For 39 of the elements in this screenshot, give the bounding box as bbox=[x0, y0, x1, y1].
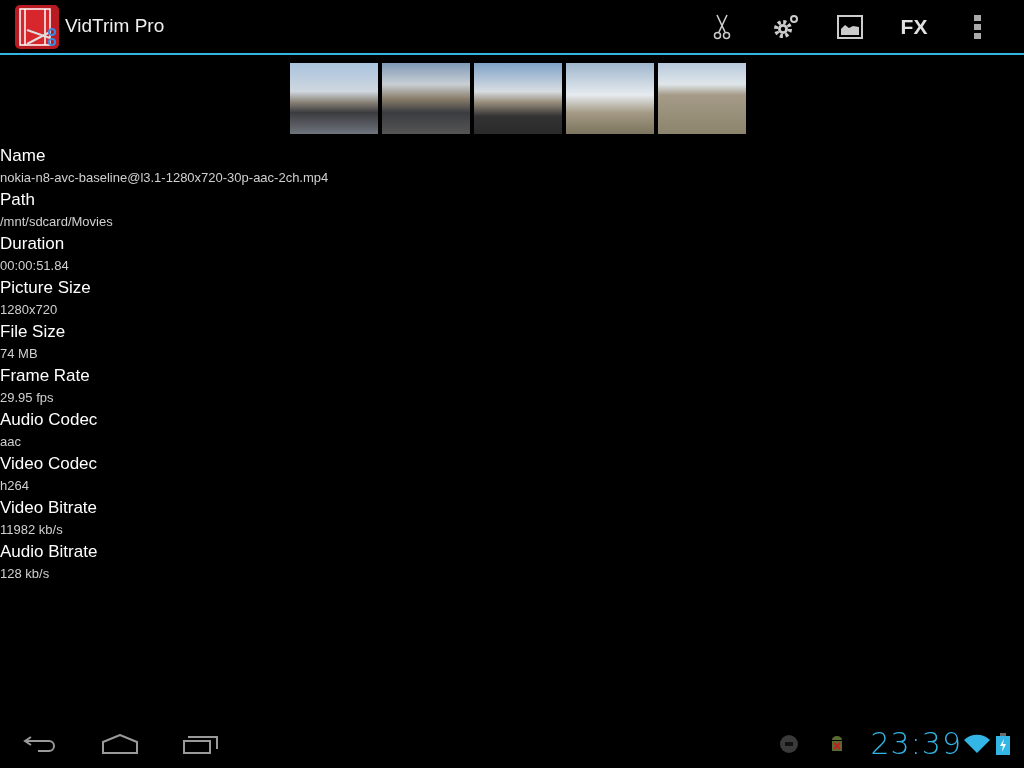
overflow-menu-icon bbox=[974, 14, 982, 39]
video-frame-thumbnail[interactable] bbox=[474, 63, 562, 134]
property-label: Video Codec bbox=[0, 453, 98, 475]
property-value: 11982 kb/s bbox=[0, 521, 63, 539]
circle-icon bbox=[778, 734, 799, 754]
property-label: Picture Size bbox=[0, 277, 91, 299]
property-label: Audio Bitrate bbox=[0, 541, 98, 563]
clock-time: 23:39 bbox=[870, 729, 962, 759]
home-icon[interactable] bbox=[101, 734, 139, 754]
property-label: Audio Codec bbox=[0, 409, 98, 431]
property-value: 00:00:51.84 bbox=[0, 257, 69, 275]
app-logo-icon bbox=[14, 3, 60, 50]
video-frame-thumbnail[interactable] bbox=[382, 63, 470, 134]
property-value: h264 bbox=[0, 477, 29, 495]
property-label: Video Bitrate bbox=[0, 497, 98, 519]
video-frame-thumbnail[interactable] bbox=[290, 63, 378, 134]
recent-apps-icon[interactable] bbox=[183, 734, 219, 754]
app-title: VidTrim Pro bbox=[65, 14, 165, 39]
scissors-icon bbox=[713, 13, 731, 40]
property-label: Duration bbox=[0, 233, 65, 255]
property-value: 74 MB bbox=[0, 345, 38, 363]
battery-charging-icon bbox=[996, 733, 1010, 755]
property-value: nokia-n8-avc-baseline@l3.1-1280x720-30p-aac-2ch.mp4 bbox=[0, 169, 329, 187]
wifi-icon bbox=[964, 734, 990, 754]
property-value: /mnt/sdcard/Movies bbox=[0, 213, 113, 231]
property-value: 128 kb/s bbox=[0, 565, 50, 583]
image-icon bbox=[837, 14, 863, 39]
settings-icon bbox=[773, 13, 799, 40]
property-label: Frame Rate bbox=[0, 365, 90, 387]
property-label: Path bbox=[0, 189, 35, 211]
property-label: Name bbox=[0, 145, 46, 167]
property-label: File Size bbox=[0, 321, 66, 343]
back-icon[interactable] bbox=[23, 735, 57, 753]
property-value: aac bbox=[0, 433, 21, 451]
property-value: 29.95 fps bbox=[0, 389, 54, 407]
video-frame-thumbnail[interactable] bbox=[658, 63, 746, 134]
video-frame-thumbnail[interactable] bbox=[566, 63, 654, 134]
fx-button[interactable]: FX bbox=[882, 0, 946, 53]
property-value: 1280x720 bbox=[0, 301, 58, 319]
